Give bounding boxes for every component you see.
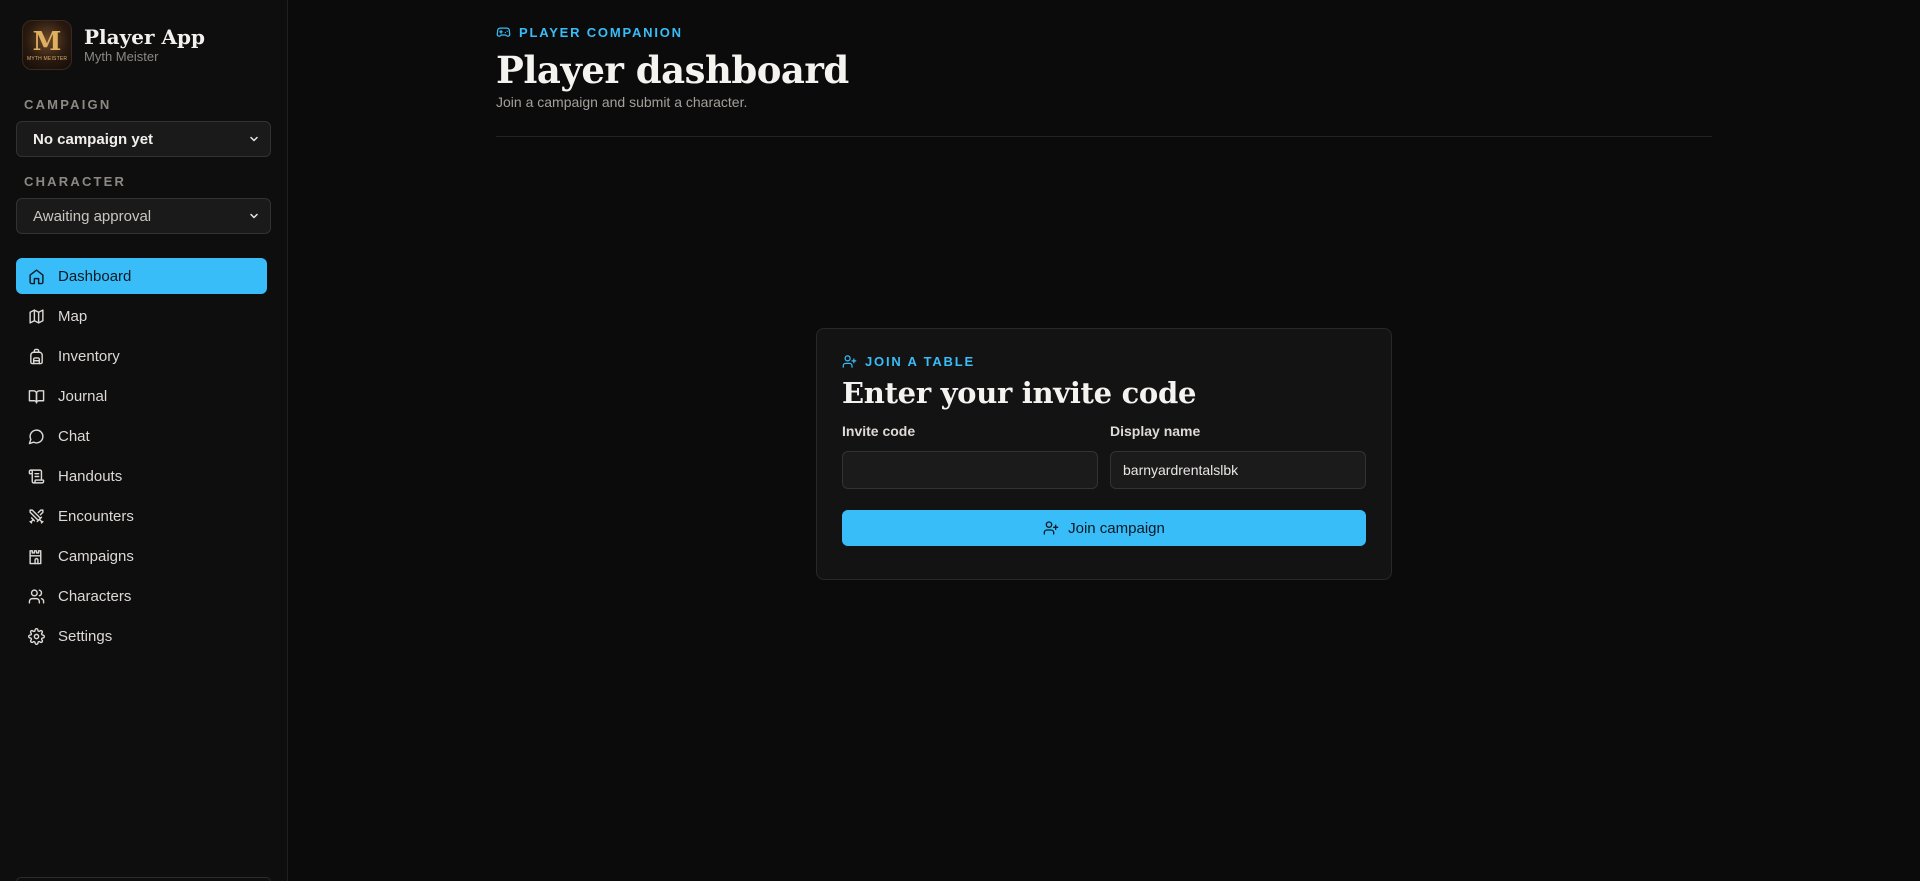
home-icon — [29, 268, 44, 284]
display-name-input[interactable] — [1110, 451, 1366, 489]
page-header: PLAYER COMPANION Player dashboard Join a… — [496, 24, 1712, 111]
character-label: CHARACTER — [24, 174, 127, 189]
sidebar-item-map[interactable]: Map — [16, 298, 267, 334]
scroll-icon — [28, 468, 45, 484]
brand: M MYTH MEISTER Player App Myth Meister — [22, 20, 205, 70]
character-select[interactable]: Awaiting approval — [16, 198, 271, 234]
join-campaign-card: JOIN A TABLE Enter your invite code Invi… — [816, 328, 1392, 580]
sidebar-item-encounters[interactable]: Encounters — [16, 498, 267, 534]
sidebar-item-label: Characters — [58, 587, 132, 605]
sidebar-item-campaigns[interactable]: Campaigns — [16, 538, 267, 574]
sidebar-item-label: Map — [58, 307, 88, 325]
join-campaign-button[interactable]: Join campaign — [842, 510, 1366, 546]
app-logo: M MYTH MEISTER — [22, 20, 72, 70]
app-title: Player App — [84, 25, 205, 49]
sidebar-footer-card[interactable] — [16, 877, 271, 881]
page-eyebrow-text: PLAYER COMPANION — [519, 24, 683, 40]
sidebar-item-label: Dashboard — [58, 267, 132, 285]
sidebar-item-label: Inventory — [58, 347, 120, 365]
backpack-icon — [30, 348, 43, 364]
sidebar-item-dashboard[interactable]: Dashboard — [16, 258, 267, 294]
sidebar-item-inventory[interactable]: Inventory — [16, 338, 267, 374]
logo-tagline: MYTH MEISTER — [27, 56, 67, 62]
sidebar: M MYTH MEISTER Player App Myth Meister C… — [0, 0, 288, 881]
campaign-select-value: No campaign yet — [33, 130, 154, 148]
sidebar-item-characters[interactable]: Characters — [16, 578, 267, 614]
header-divider — [496, 136, 1712, 137]
character-select-value: Awaiting approval — [33, 207, 152, 225]
chevron-down-icon — [250, 213, 258, 219]
display-name-label: Display name — [1110, 423, 1201, 439]
join-form-fields: Invite code Display name — [842, 423, 1366, 489]
map-icon — [29, 308, 44, 324]
card-eyebrow-text: JOIN A TABLE — [865, 353, 975, 369]
gamepad-icon — [496, 27, 511, 37]
gear-icon — [28, 627, 45, 645]
sidebar-item-label: Campaigns — [58, 547, 134, 565]
chevron-down-icon — [250, 136, 258, 142]
sidebar-item-chat[interactable]: Chat — [16, 418, 267, 454]
sidebar-item-label: Journal — [58, 387, 108, 405]
card-title: Enter your invite code — [842, 376, 1197, 410]
page-title: Player dashboard — [496, 48, 849, 92]
sidebar-item-label: Chat — [58, 427, 90, 445]
display-name-group: Display name — [1110, 423, 1366, 489]
sidebar-item-label: Encounters — [58, 507, 134, 525]
card-eyebrow: JOIN A TABLE — [842, 353, 1366, 369]
invite-code-label: Invite code — [842, 423, 916, 439]
app-subtitle: Myth Meister — [84, 49, 159, 64]
page-subtitle: Join a campaign and submit a character. — [496, 94, 748, 110]
sidebar-item-journal[interactable]: Journal — [16, 378, 267, 414]
user-plus-icon — [842, 354, 857, 368]
campaign-label: CAMPAIGN — [24, 97, 112, 112]
book-open-icon — [28, 389, 45, 404]
swords-icon — [29, 508, 44, 524]
sidebar-item-label: Settings — [58, 627, 113, 645]
message-circle-icon — [28, 428, 44, 444]
campaign-select[interactable]: No campaign yet — [16, 121, 271, 157]
sidebar-nav: Dashboard Map Inventory Journal Chat Han… — [16, 258, 267, 658]
page-eyebrow: PLAYER COMPANION — [496, 24, 1712, 40]
sidebar-item-handouts[interactable]: Handouts — [16, 458, 267, 494]
sidebar-item-label: Handouts — [58, 467, 123, 485]
castle-icon — [29, 549, 42, 564]
join-campaign-button-label: Join campaign — [1068, 519, 1165, 537]
invite-code-input[interactable] — [842, 451, 1098, 489]
invite-code-group: Invite code — [842, 423, 1098, 489]
logo-letter: M — [32, 27, 62, 57]
users-icon — [28, 588, 45, 604]
sidebar-item-settings[interactable]: Settings — [16, 618, 267, 654]
user-plus-icon — [1043, 521, 1059, 535]
